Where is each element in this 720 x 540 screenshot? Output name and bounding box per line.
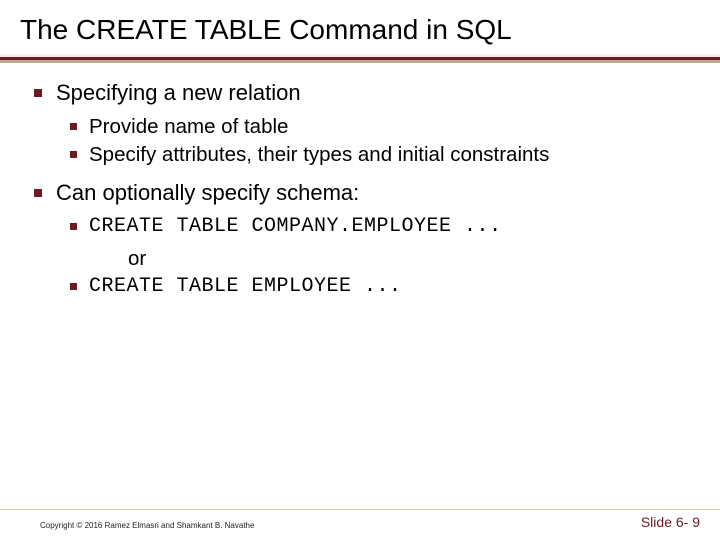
or-text: or <box>128 246 686 273</box>
bullet-level2: Provide name of table <box>70 114 686 141</box>
square-bullet-icon <box>70 151 77 158</box>
code-text: CREATE TABLE COMPANY.EMPLOYEE ... <box>89 214 502 240</box>
slide-number: Slide 6- 9 <box>641 514 700 530</box>
content-area: Specifying a new relation Provide name o… <box>0 63 720 300</box>
sub-bullets-1: Provide name of table Specify attributes… <box>70 114 686 169</box>
square-bullet-icon <box>70 283 77 290</box>
bullet-text: Specifying a new relation <box>56 79 301 108</box>
square-bullet-icon <box>70 223 77 230</box>
bullet-text: Provide name of table <box>89 114 288 141</box>
bullet-level2: CREATE TABLE EMPLOYEE ... <box>70 274 686 300</box>
footer: Copyright © 2016 Ramez Elmasri and Shamk… <box>0 508 720 540</box>
slide-title: The CREATE TABLE Command in SQL <box>0 0 720 54</box>
square-bullet-icon <box>70 123 77 130</box>
bullet-level1: Can optionally specify schema: <box>34 179 686 208</box>
copyright-text: Copyright © 2016 Ramez Elmasri and Shamk… <box>40 521 254 530</box>
square-bullet-icon <box>34 89 42 97</box>
bullet-text: Can optionally specify schema: <box>56 179 359 208</box>
slide: The CREATE TABLE Command in SQL Specifyi… <box>0 0 720 540</box>
sub-bullets-2: CREATE TABLE COMPANY.EMPLOYEE ... or CRE… <box>70 214 686 301</box>
sub-sub: or <box>106 246 686 273</box>
bullet-text: Specify attributes, their types and init… <box>89 142 549 169</box>
bullet-level1: Specifying a new relation <box>34 79 686 108</box>
bullet-level2: CREATE TABLE COMPANY.EMPLOYEE ... <box>70 214 686 240</box>
code-text: CREATE TABLE EMPLOYEE ... <box>89 274 402 300</box>
square-bullet-icon <box>34 189 42 197</box>
bullet-level2: Specify attributes, their types and init… <box>70 142 686 169</box>
